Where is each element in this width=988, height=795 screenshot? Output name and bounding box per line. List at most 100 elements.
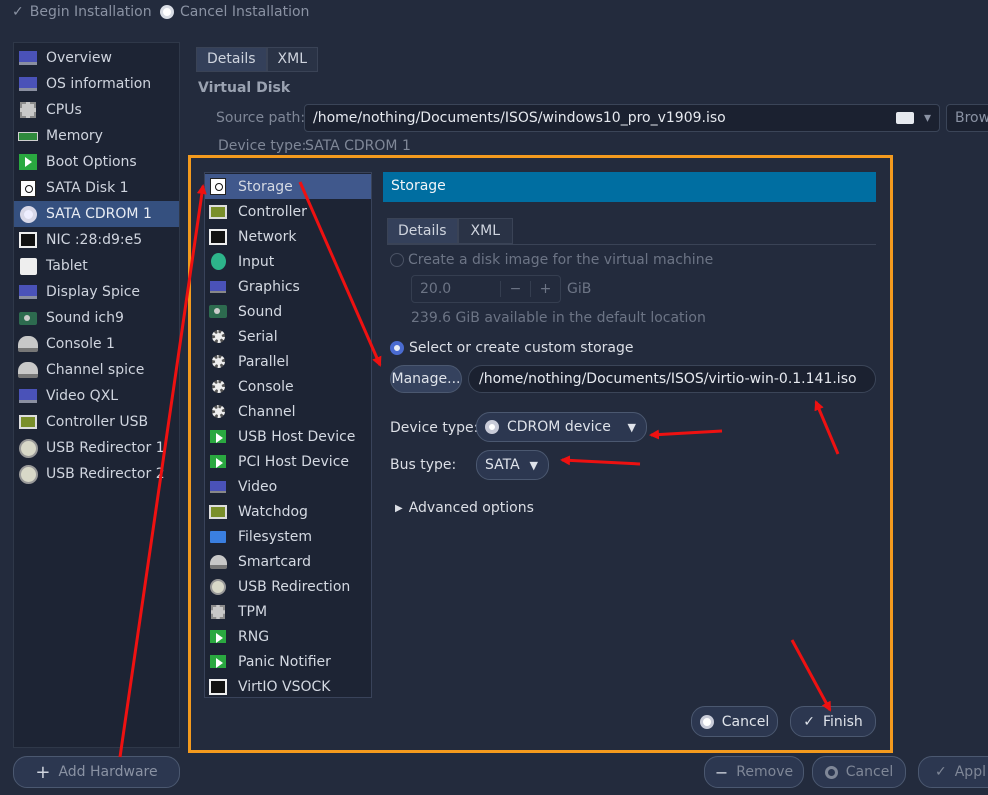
hw-item-virtio-vsock[interactable]: VirtIO VSOCK — [205, 674, 371, 699]
hw-item-watchdog[interactable]: Watchdog — [205, 499, 371, 524]
tab-xml[interactable]: XML — [266, 47, 319, 72]
hw-item-panic-notifier[interactable]: Panic Notifier — [205, 649, 371, 674]
channel-icon — [18, 360, 38, 380]
hw-item-network[interactable]: Network — [205, 224, 371, 249]
sidebar-item-usb-redirector-1[interactable]: USB Redirector 1 — [14, 435, 179, 461]
hw-item-channel[interactable]: Channel — [205, 399, 371, 424]
device-type-label-dialog: Device type: — [390, 420, 479, 436]
custom-storage-option[interactable]: Select or create custom storage — [390, 340, 634, 356]
hw-item-serial[interactable]: Serial — [205, 324, 371, 349]
sidebar-item-display-spice[interactable]: Display Spice — [14, 279, 179, 305]
smartcard-icon — [208, 552, 228, 572]
cancel-installation-button[interactable]: Cancel Installation — [160, 4, 309, 20]
sidebar-item-overview[interactable]: Overview — [14, 45, 179, 71]
sidebar-item-console-1[interactable]: Console 1 — [14, 331, 179, 357]
cdrom-icon — [18, 204, 38, 224]
usb-icon — [18, 464, 38, 484]
parallel-icon — [208, 352, 228, 372]
memory-icon — [18, 126, 38, 146]
hw-item-controller[interactable]: Controller — [205, 199, 371, 224]
watchdog-icon — [208, 502, 228, 522]
remove-button[interactable]: − Remove — [704, 756, 804, 788]
sidebar-item-sata-disk-1[interactable]: SATA Disk 1 — [14, 175, 179, 201]
sidebar-item-usb-redirector-2[interactable]: USB Redirector 2 — [14, 461, 179, 487]
main-tabs: Details XML — [196, 47, 319, 72]
video-icon — [208, 477, 228, 497]
clear-icon[interactable] — [895, 112, 914, 124]
hardware-type-list: Storage Controller Network Input Graphic… — [204, 172, 372, 698]
sidebar-item-controller-usb[interactable]: Controller USB — [14, 409, 179, 435]
dialog-tab-details[interactable]: Details — [387, 218, 458, 244]
hw-item-console[interactable]: Console — [205, 374, 371, 399]
sidebar-item-nic[interactable]: NIC :28:d9:e5 — [14, 227, 179, 253]
advanced-options-expander[interactable]: ▶ Advanced options — [395, 500, 534, 516]
sound-icon — [208, 302, 228, 322]
plus-icon[interactable]: + — [530, 281, 560, 297]
top-toolbar: ✓ Begin Installation Cancel Installation — [0, 0, 988, 28]
usb-host-icon — [208, 427, 228, 447]
begin-installation-button[interactable]: ✓ Begin Installation — [12, 4, 152, 20]
add-hardware-button[interactable]: + Add Hardware — [13, 756, 180, 788]
sidebar-item-channel-spice[interactable]: Channel spice — [14, 357, 179, 383]
checkmark-icon: ✓ — [803, 713, 815, 730]
apply-button[interactable]: ✓ Appl — [918, 756, 988, 788]
sidebar-item-sound-ich9[interactable]: Sound ich9 — [14, 305, 179, 331]
hw-item-video[interactable]: Video — [205, 474, 371, 499]
sidebar-item-memory[interactable]: Memory — [14, 123, 179, 149]
minus-icon[interactable]: − — [500, 281, 530, 297]
source-path-input[interactable]: /home/nothing/Documents/ISOS/windows10_p… — [304, 104, 940, 132]
hw-item-filesystem[interactable]: Filesystem — [205, 524, 371, 549]
size-unit: GiB — [567, 281, 592, 297]
hw-item-parallel[interactable]: Parallel — [205, 349, 371, 374]
sidebar-item-cpus[interactable]: CPUs — [14, 97, 179, 123]
dialog-tabs: Details XML — [387, 218, 876, 245]
sidebar-item-sata-cdrom-1[interactable]: SATA CDROM 1 — [14, 201, 179, 227]
serial-icon — [208, 327, 228, 347]
sidebar-item-boot-options[interactable]: Boot Options — [14, 149, 179, 175]
hw-item-sound[interactable]: Sound — [205, 299, 371, 324]
device-type-select[interactable]: CDROM device ▼ — [476, 412, 647, 442]
triangle-right-icon: ▶ — [395, 502, 403, 514]
disk-size-spinner[interactable]: 20.0 − + — [411, 275, 561, 303]
display-icon — [18, 282, 38, 302]
monitor-icon — [18, 48, 38, 68]
hw-item-rng[interactable]: RNG — [205, 624, 371, 649]
bus-type-select[interactable]: SATA ▼ — [476, 450, 549, 480]
storage-banner: Storage — [383, 172, 876, 202]
console-icon — [18, 334, 38, 354]
plus-icon: + — [35, 761, 51, 783]
browse-button[interactable]: Brow — [946, 104, 988, 132]
device-type-label: Device type: — [218, 138, 307, 154]
footer-cancel-button[interactable]: Cancel — [812, 756, 906, 788]
rng-icon — [208, 627, 228, 647]
channel-icon — [208, 402, 228, 422]
sidebar-item-tablet[interactable]: Tablet — [14, 253, 179, 279]
create-disk-option[interactable]: Create a disk image for the virtual mach… — [390, 252, 713, 268]
custom-storage-radio[interactable] — [390, 341, 404, 355]
sidebar-item-video-qxl[interactable]: Video QXL — [14, 383, 179, 409]
dialog-finish-button[interactable]: ✓ Finish — [790, 706, 876, 737]
chevron-down-icon[interactable]: ▾ — [924, 110, 931, 126]
sidebar-item-os-information[interactable]: OS information — [14, 71, 179, 97]
hw-item-tpm[interactable]: TPM — [205, 599, 371, 624]
panic-icon — [208, 652, 228, 672]
tab-details[interactable]: Details — [196, 47, 267, 72]
console-icon — [208, 377, 228, 397]
dialog-tab-xml[interactable]: XML — [457, 218, 514, 244]
hw-item-input[interactable]: Input — [205, 249, 371, 274]
hw-item-storage[interactable]: Storage — [205, 174, 371, 199]
checkmark-icon: ✓ — [935, 764, 947, 780]
hw-item-pci-host-device[interactable]: PCI Host Device — [205, 449, 371, 474]
custom-path-input[interactable]: /home/nothing/Documents/ISOS/virtio-win-… — [468, 365, 876, 393]
hw-item-usb-redirection[interactable]: USB Redirection — [205, 574, 371, 599]
manage-button[interactable]: Manage... — [390, 365, 462, 393]
minus-icon: − — [714, 762, 729, 782]
dialog-cancel-button[interactable]: Cancel — [691, 706, 778, 737]
section-title: Virtual Disk — [198, 80, 291, 96]
dropdown-arrow-icon: ▼ — [627, 420, 636, 434]
hw-item-graphics[interactable]: Graphics — [205, 274, 371, 299]
create-disk-radio[interactable] — [390, 253, 404, 267]
hw-item-smartcard[interactable]: Smartcard — [205, 549, 371, 574]
hw-item-usb-host-device[interactable]: USB Host Device — [205, 424, 371, 449]
network-icon — [208, 227, 228, 247]
